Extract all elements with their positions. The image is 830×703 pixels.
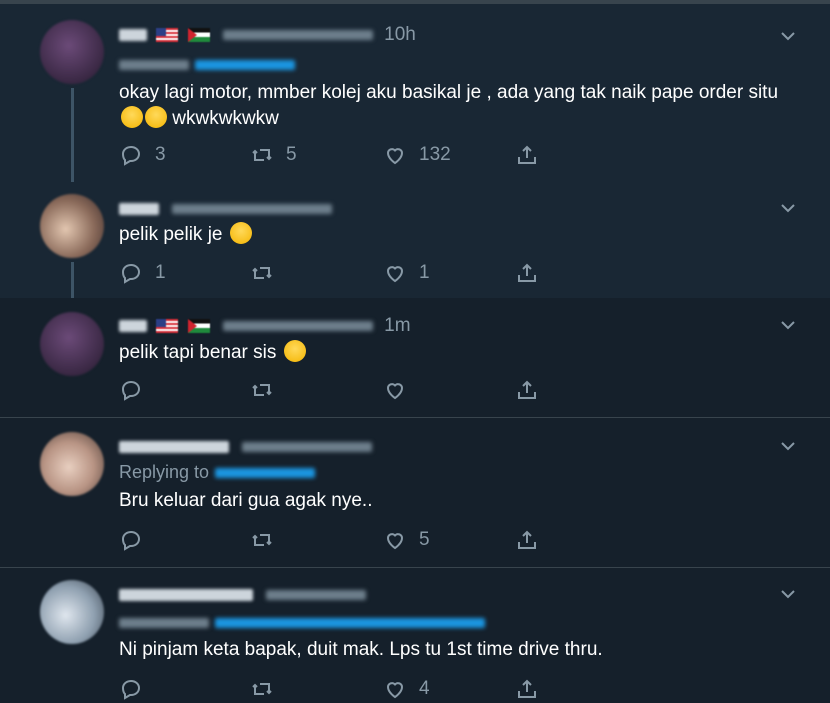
reply-button[interactable]: 3 [119, 143, 166, 167]
user-handle[interactable] [266, 589, 367, 600]
avatar[interactable] [40, 580, 104, 644]
retweet-button[interactable] [250, 677, 286, 701]
joy-emoji-icon [121, 106, 143, 128]
avatar[interactable] [40, 312, 104, 376]
user-name[interactable] [119, 588, 253, 601]
rofl-emoji-icon [145, 106, 167, 128]
avatar[interactable] [40, 20, 104, 84]
joy-emoji-icon [229, 222, 252, 244]
share-icon [518, 530, 536, 549]
like-icon [386, 266, 404, 283]
share-button[interactable] [515, 261, 539, 285]
like-button[interactable]: 132 [383, 143, 451, 167]
avatar[interactable] [40, 432, 104, 496]
us-flag-icon [156, 318, 179, 333]
tweet-header: 10h [119, 24, 416, 46]
user-name[interactable] [119, 319, 147, 332]
reply-button[interactable]: 1 [119, 261, 166, 285]
retweet-icon [252, 534, 272, 546]
share-icon [518, 145, 536, 164]
chevron-down-icon[interactable] [778, 584, 798, 604]
like-icon [386, 383, 404, 400]
palestine-flag-icon [187, 318, 210, 333]
share-button[interactable] [515, 528, 539, 552]
reply-icon [121, 679, 141, 700]
user-handle[interactable] [172, 203, 333, 214]
tweet[interactable]: Ni pinjam keta bapak, duit mak. Lps tu 1… [0, 568, 830, 703]
tweet-header: 1m [119, 315, 411, 337]
us-flag-icon [156, 27, 179, 42]
replying-to-link[interactable] [195, 60, 295, 71]
retweet-button[interactable] [250, 528, 286, 552]
reply-icon [121, 530, 141, 551]
like-button[interactable] [383, 378, 419, 402]
tweet[interactable]: 10h okay lagi motor, mmber kolej aku bas… [0, 4, 830, 182]
timestamp[interactable]: 10h [384, 24, 416, 45]
tweet-header [119, 584, 372, 606]
retweet-button[interactable] [250, 261, 286, 285]
replying-to [119, 612, 485, 633]
replying-to-link[interactable] [215, 468, 316, 479]
tweet-text: Ni pinjam keta bapak, duit mak. Lps tu 1… [119, 639, 603, 660]
tweet-text: pelik pelik je [119, 222, 799, 248]
thread-line [71, 262, 74, 298]
share-button[interactable] [515, 677, 539, 701]
chevron-down-icon[interactable] [778, 436, 798, 456]
like-icon [386, 533, 404, 550]
like-button[interactable]: 5 [383, 528, 430, 552]
share-button[interactable] [515, 143, 539, 167]
user-name[interactable] [119, 440, 229, 453]
tweet-text: Bru keluar dari gua agak nye.. [119, 490, 373, 511]
replying-to [119, 54, 295, 75]
reply-icon [121, 263, 141, 284]
like-icon [386, 148, 404, 165]
user-handle[interactable] [222, 29, 373, 40]
share-button[interactable] [515, 378, 539, 402]
tweet[interactable]: Replying to Bru keluar dari gua agak nye… [0, 418, 830, 567]
like-button[interactable]: 4 [383, 677, 430, 701]
tweet[interactable]: 1m pelik tapi benar sis [0, 298, 830, 417]
chevron-down-icon[interactable] [778, 198, 798, 218]
avatar[interactable] [40, 194, 104, 258]
chevron-down-icon[interactable] [778, 26, 798, 46]
share-icon [518, 679, 536, 698]
tweet-header [119, 436, 378, 458]
reply-button[interactable] [119, 378, 155, 402]
retweet-icon [252, 384, 272, 396]
chevron-down-icon[interactable] [778, 315, 798, 335]
reply-button[interactable] [119, 528, 155, 552]
tweet-header [119, 198, 338, 220]
share-icon [518, 380, 536, 399]
user-name[interactable] [119, 202, 159, 215]
palestine-flag-icon [187, 27, 210, 42]
timestamp[interactable]: 1m [384, 315, 410, 336]
reply-icon [121, 380, 141, 401]
user-handle[interactable] [242, 441, 373, 452]
retweet-button[interactable]: 5 [250, 143, 297, 167]
tweet-text: pelik tapi benar sis [119, 340, 799, 366]
reply-button[interactable] [119, 677, 155, 701]
thread-line [71, 88, 74, 182]
replying-to: Replying to [119, 462, 316, 483]
retweet-icon [252, 683, 272, 695]
user-handle[interactable] [222, 320, 373, 331]
reply-icon [121, 145, 141, 166]
like-icon [386, 682, 404, 699]
rofl-emoji-icon [283, 340, 306, 362]
retweet-icon [252, 267, 272, 279]
tweet[interactable]: pelik pelik je 1 1 [0, 182, 830, 298]
share-icon [518, 263, 536, 282]
retweet-button[interactable] [250, 378, 286, 402]
retweet-icon [252, 149, 272, 161]
replying-to-link[interactable] [215, 618, 485, 629]
like-button[interactable]: 1 [383, 261, 430, 285]
tweet-text: okay lagi motor, mmber kolej aku basikal… [119, 82, 779, 129]
user-name[interactable] [119, 28, 147, 41]
